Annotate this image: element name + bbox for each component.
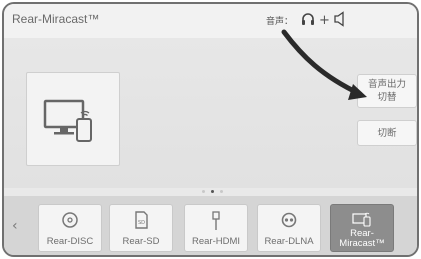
source-label: Rear-HDMI [191, 236, 241, 247]
source-label: Rear-DLNA [264, 236, 314, 247]
source-bar: ‹ Rear-DISC SD Rear-SD Rear-HDMI Rear-DL… [4, 196, 417, 255]
disconnect-label: 切断 [377, 127, 397, 139]
source-tile-rear-sd[interactable]: SD Rear-SD [109, 204, 173, 252]
page-dot-active [211, 190, 214, 193]
page-indicator [202, 190, 223, 193]
chevron-left-icon[interactable]: ‹ [12, 218, 18, 234]
headphone-icon [300, 11, 316, 30]
page-title: Rear-Miracast™ [12, 12, 100, 26]
main-panel: 音声出力 切替 切断 [4, 38, 417, 188]
source-tile-rear-hdmi[interactable]: Rear-HDMI [184, 204, 248, 252]
page-dot [220, 190, 223, 193]
source-tile-rear-miracast[interactable]: Rear- Miracast™ [330, 204, 394, 252]
svg-text:SD: SD [138, 220, 145, 226]
screen: Rear-Miracast™ 音声： + 音声出力 切替 切断 ‹ Rear-D… [2, 2, 419, 257]
speaker-icon [333, 10, 347, 30]
dlna-icon [258, 211, 320, 229]
sd-card-icon: SD [110, 211, 172, 229]
audio-label: 音声： [266, 16, 294, 27]
audio-status: 音声： + [266, 10, 347, 30]
page-dot [202, 190, 205, 193]
disc-icon [39, 211, 101, 229]
header-bar: Rear-Miracast™ 音声： + [4, 4, 417, 38]
source-label: Rear-SD [122, 236, 160, 247]
source-tile-rear-disc[interactable]: Rear-DISC [38, 204, 102, 252]
audio-output-switch-label-line2: 切替 [377, 92, 397, 103]
source-label: Rear-DISC [46, 236, 94, 247]
hdmi-icon [185, 211, 247, 231]
source-tile-rear-dlna[interactable]: Rear-DLNA [257, 204, 321, 252]
disconnect-button[interactable]: 切断 [357, 120, 417, 146]
miracast-icon [331, 211, 393, 227]
audio-output-switch-label-line1: 音声出力 [367, 79, 406, 90]
device-connection-panel [26, 72, 120, 166]
audio-output-switch-button[interactable]: 音声出力 切替 [357, 74, 417, 108]
audio-plus: + [319, 12, 330, 28]
source-label: Rear- Miracast™ [339, 228, 385, 249]
